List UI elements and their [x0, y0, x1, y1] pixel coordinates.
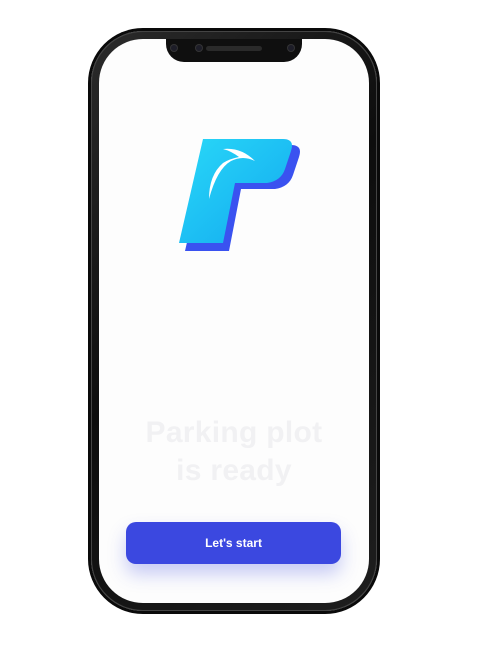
sensor-icon [287, 44, 295, 52]
camera-icon [195, 44, 203, 52]
headline-line-1: Parking plot [145, 416, 323, 449]
app-screen: Parking plot is ready Let's start [99, 39, 369, 603]
sensor-icon [170, 44, 178, 52]
notch [166, 39, 302, 62]
device-mockup: Parking plot is ready Let's start [0, 0, 487, 650]
lets-start-button[interactable]: Let's start [126, 522, 341, 564]
speaker-grille [206, 46, 262, 51]
headline-line-2: is ready [176, 454, 292, 487]
welcome-headline: Parking plot is ready [99, 414, 369, 490]
parking-p-logo-icon [179, 139, 300, 251]
